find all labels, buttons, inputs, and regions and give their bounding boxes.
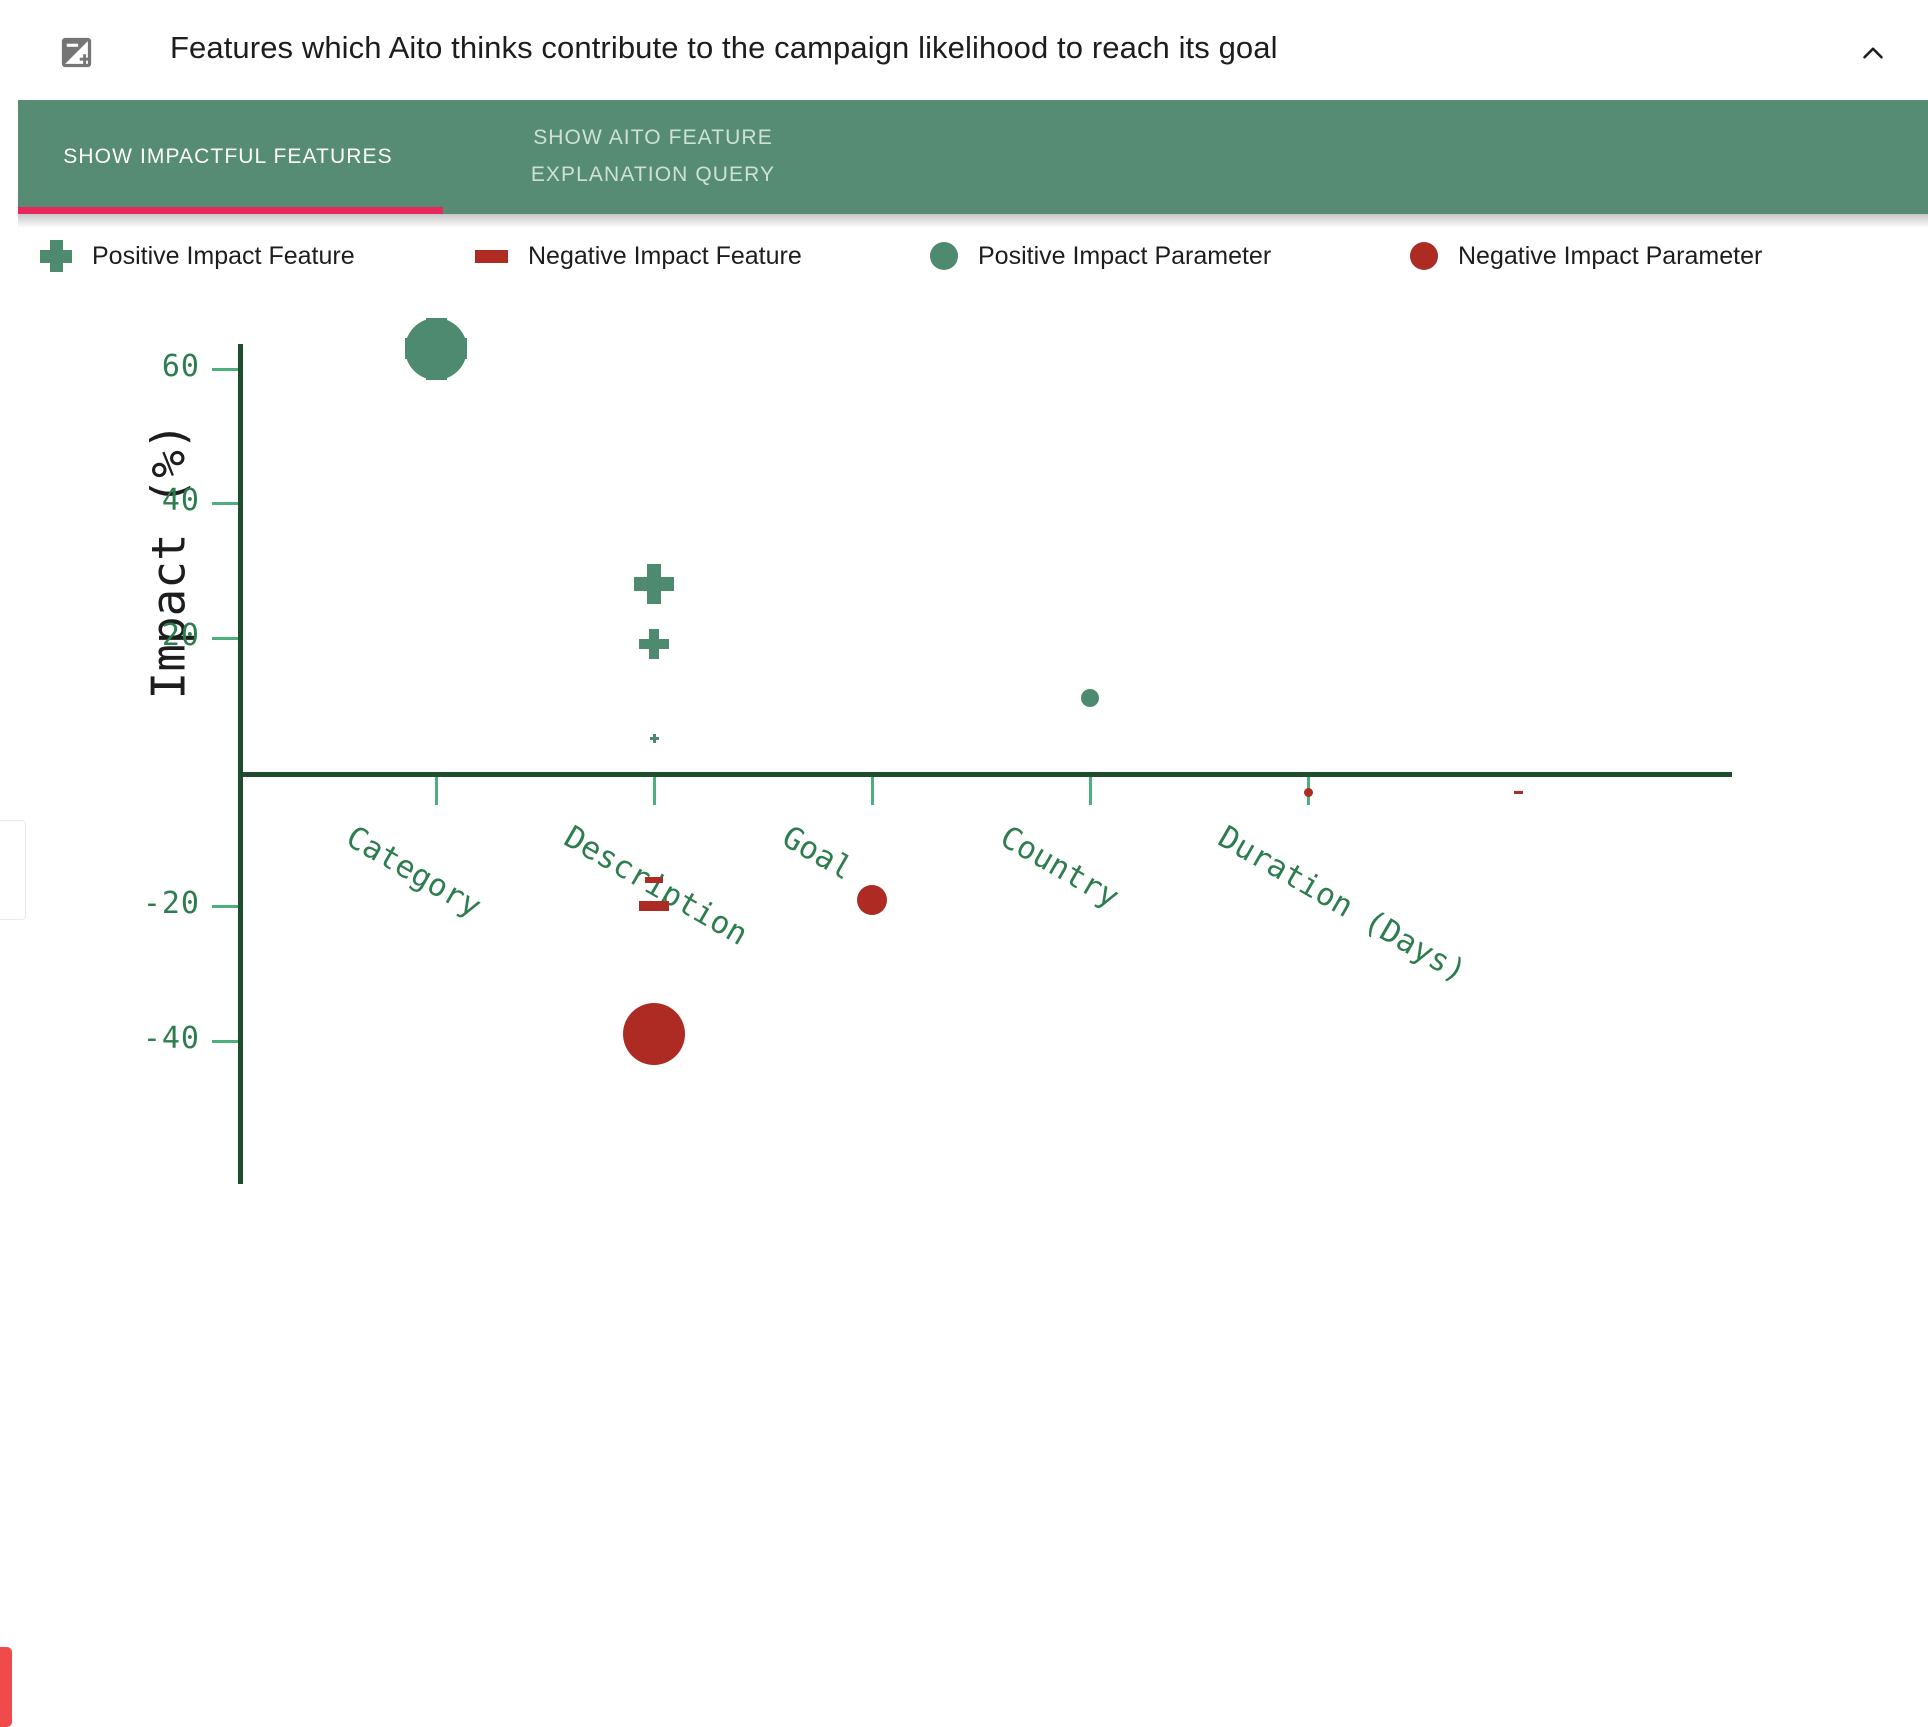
legend-item-negative-impact-parameter[interactable]: Negative Impact Parameter — [1410, 228, 1762, 284]
y-axis-tick — [212, 502, 238, 506]
x-axis-zero-line — [238, 772, 1732, 777]
negative-impact-feature-marker[interactable] — [639, 901, 669, 912]
x-axis-tick-label: Goal — [776, 819, 859, 888]
tab-show-impactful-features[interactable]: SHOW IMPACTFUL FEATURES — [18, 100, 438, 214]
exposure-icon — [57, 33, 96, 72]
x-axis-tick — [435, 777, 438, 805]
circle-icon — [930, 242, 958, 270]
left-rail — [0, 100, 18, 230]
impact-scatter-chart: Impact (%) 60 40 20 -20 -40 Category Descript… — [0, 284, 1928, 1490]
x-axis-tick — [871, 777, 874, 805]
x-axis-tick-label: Description — [558, 819, 754, 953]
x-axis-tick-label: Duration (Days) — [1212, 819, 1473, 991]
y-axis-tick — [212, 367, 238, 371]
y-axis-line — [238, 344, 243, 1184]
legend-item-negative-impact-feature[interactable]: Negative Impact Feature — [475, 228, 802, 284]
y-axis-tick — [212, 1039, 238, 1043]
y-axis-title: Impact (%) — [141, 422, 196, 700]
positive-impact-feature-marker[interactable] — [639, 629, 669, 660]
tab-show-aito-feature-explanation-query[interactable]: SHOW AITO FEATURE EXPLANATION QUERY — [438, 100, 868, 214]
tabbar-shadow — [18, 214, 1928, 228]
active-tab-indicator — [18, 207, 443, 214]
positive-impact-parameter-marker[interactable] — [1081, 689, 1099, 708]
page-title: Features which Aito thinks contribute to… — [170, 30, 1278, 65]
y-axis-tick-label: 60 — [161, 348, 200, 384]
legend-label: Positive Impact Parameter — [978, 241, 1272, 270]
y-axis-tick-label: 20 — [161, 617, 200, 653]
plus-icon — [40, 240, 72, 272]
legend-label: Positive Impact Feature — [92, 241, 355, 270]
legend-label: Negative Impact Parameter — [1458, 241, 1763, 270]
negative-impact-feature-marker[interactable] — [1513, 790, 1523, 794]
x-axis-tick-label: Country — [994, 819, 1126, 916]
tab-bar: SHOW IMPACTFUL FEATURES SHOW AITO FEATUR… — [18, 100, 1928, 214]
legend-item-positive-impact-feature[interactable]: Positive Impact Feature — [40, 228, 355, 284]
y-axis-tick — [212, 636, 238, 640]
negative-impact-feature-marker[interactable] — [634, 1027, 674, 1042]
y-axis-tick-label: -40 — [142, 1020, 200, 1056]
y-axis-tick-label: -20 — [142, 886, 200, 922]
minus-icon — [475, 249, 508, 263]
legend-item-positive-impact-parameter[interactable]: Positive Impact Parameter — [930, 228, 1271, 284]
positive-impact-feature-marker[interactable] — [634, 563, 674, 604]
x-axis-tick — [653, 777, 656, 805]
positive-impact-feature-marker[interactable] — [649, 733, 659, 743]
x-axis-tick-label: Category — [340, 819, 488, 925]
circle-icon — [1410, 242, 1438, 270]
side-drawer-handle-accent — [0, 1647, 12, 1727]
x-axis-tick — [1089, 777, 1092, 805]
y-axis-tick-label: 40 — [161, 483, 200, 519]
legend-label: Negative Impact Feature — [528, 241, 802, 270]
positive-impact-feature-marker[interactable] — [405, 317, 467, 380]
y-axis-tick — [212, 905, 238, 909]
chevron-up-icon[interactable] — [1856, 36, 1890, 70]
negative-impact-parameter-marker[interactable] — [1303, 787, 1313, 797]
negative-impact-parameter-marker[interactable] — [857, 884, 887, 915]
panel-header: Features which Aito thinks contribute to… — [0, 0, 1928, 103]
negative-impact-feature-marker[interactable] — [645, 876, 663, 883]
chart-legend: Positive Impact Feature Negative Impact … — [0, 228, 1928, 284]
